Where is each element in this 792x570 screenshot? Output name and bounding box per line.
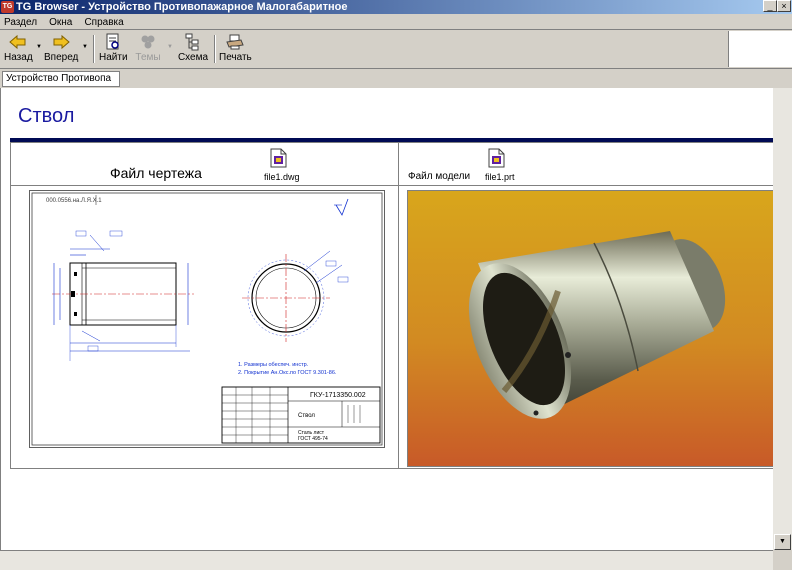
dwg-file-icon[interactable] <box>270 148 287 168</box>
find-label: Найти <box>99 52 128 63</box>
menu-okna[interactable]: Окна <box>45 15 77 31</box>
drawing-image: 000.0556.на.Л.Я.Х.1 1. Размеры обеспеч. … <box>31 192 383 446</box>
column-divider <box>398 143 399 468</box>
print-button[interactable]: Печать <box>219 33 252 67</box>
drawing-caption: Файл чертежа <box>110 165 202 181</box>
prt-file-icon[interactable] <box>488 148 505 168</box>
drawing-file-link[interactable]: file1.dwg <box>264 172 300 182</box>
themes-label: Темы <box>135 52 161 63</box>
back-label: Назад <box>4 52 33 63</box>
cylinder-render-image <box>408 191 776 466</box>
app-icon: TG <box>1 1 14 13</box>
drawing-part-name: Ствол <box>298 413 315 419</box>
menu-razdel[interactable]: Раздел <box>0 15 42 31</box>
model-file-link[interactable]: file1.prt <box>485 172 515 182</box>
drawing-note-2: 2. Покрытие Ан.Окс.по ГОСТ 9.301-86. <box>238 370 337 376</box>
files-table: Файл чертежа file1.dwg Файл модели file1… <box>10 142 777 469</box>
tab-document[interactable]: Устройство Противопа <box>2 71 120 87</box>
toolbar-blank-area <box>728 31 792 67</box>
scheme-tree-icon <box>185 33 199 51</box>
drawing-corner-text: 000.0556.на.Л.Я.Х.1 <box>46 198 102 204</box>
technical-drawing[interactable]: 000.0556.на.Л.Я.Х.1 1. Размеры обеспеч. … <box>29 190 385 448</box>
themes-button[interactable]: Темы <box>134 33 162 67</box>
forward-arrow-icon <box>53 34 70 50</box>
drawing-standard: ГОСТ 495-74 <box>298 436 328 442</box>
print-icon <box>226 34 244 50</box>
scrollbar-corner <box>773 550 792 570</box>
forward-dropdown-icon[interactable]: ▼ <box>82 44 88 50</box>
scroll-down-arrow-icon[interactable]: ▼ <box>774 534 791 550</box>
menu-bar: Раздел Окна Справка <box>0 14 792 30</box>
drawing-code: ГКУ-1713350.002 <box>310 392 366 399</box>
forward-label: Вперед <box>44 52 79 63</box>
tab-strip: Устройство Противопа <box>0 68 792 87</box>
row-divider <box>11 185 774 186</box>
menu-spravka[interactable]: Справка <box>80 15 128 31</box>
back-arrow-icon <box>9 34 26 50</box>
find-button[interactable]: Найти <box>99 33 128 67</box>
document-view: Ствол Файл чертежа file1.dwg Файл модели… <box>0 88 777 550</box>
print-label: Печать <box>219 52 252 63</box>
toolbar: Назад ▼ Вперед ▼ Найти Темы ▼ Схема Печа… <box>0 31 728 67</box>
vertical-scrollbar[interactable]: ▼ <box>773 88 792 550</box>
close-button[interactable]: × <box>777 0 791 12</box>
toolbar-separator <box>93 35 95 63</box>
find-document-icon <box>106 33 119 50</box>
drawing-note-1: 1. Размеры обеспеч. инстр. <box>238 362 309 368</box>
forward-button[interactable]: Вперед <box>44 33 78 67</box>
horizontal-scrollbar[interactable] <box>0 550 773 570</box>
back-dropdown-icon[interactable]: ▼ <box>36 44 42 50</box>
minimize-button[interactable]: _ <box>763 0 777 12</box>
scheme-button[interactable]: Схема <box>177 33 209 67</box>
back-button[interactable]: Назад <box>4 33 33 67</box>
model-caption: Файл модели <box>408 171 471 182</box>
window-title: TG Browser - Устройство Противопажарное … <box>16 1 348 13</box>
toolbar-separator <box>214 35 216 63</box>
themes-dropdown-icon[interactable]: ▼ <box>167 44 173 50</box>
page-title: Ствол <box>18 105 75 127</box>
themes-icon <box>141 35 155 49</box>
scheme-label: Схема <box>177 52 209 63</box>
title-bar: TG TG Browser - Устройство Противопажарн… <box>0 0 792 14</box>
model-render[interactable] <box>407 190 777 467</box>
